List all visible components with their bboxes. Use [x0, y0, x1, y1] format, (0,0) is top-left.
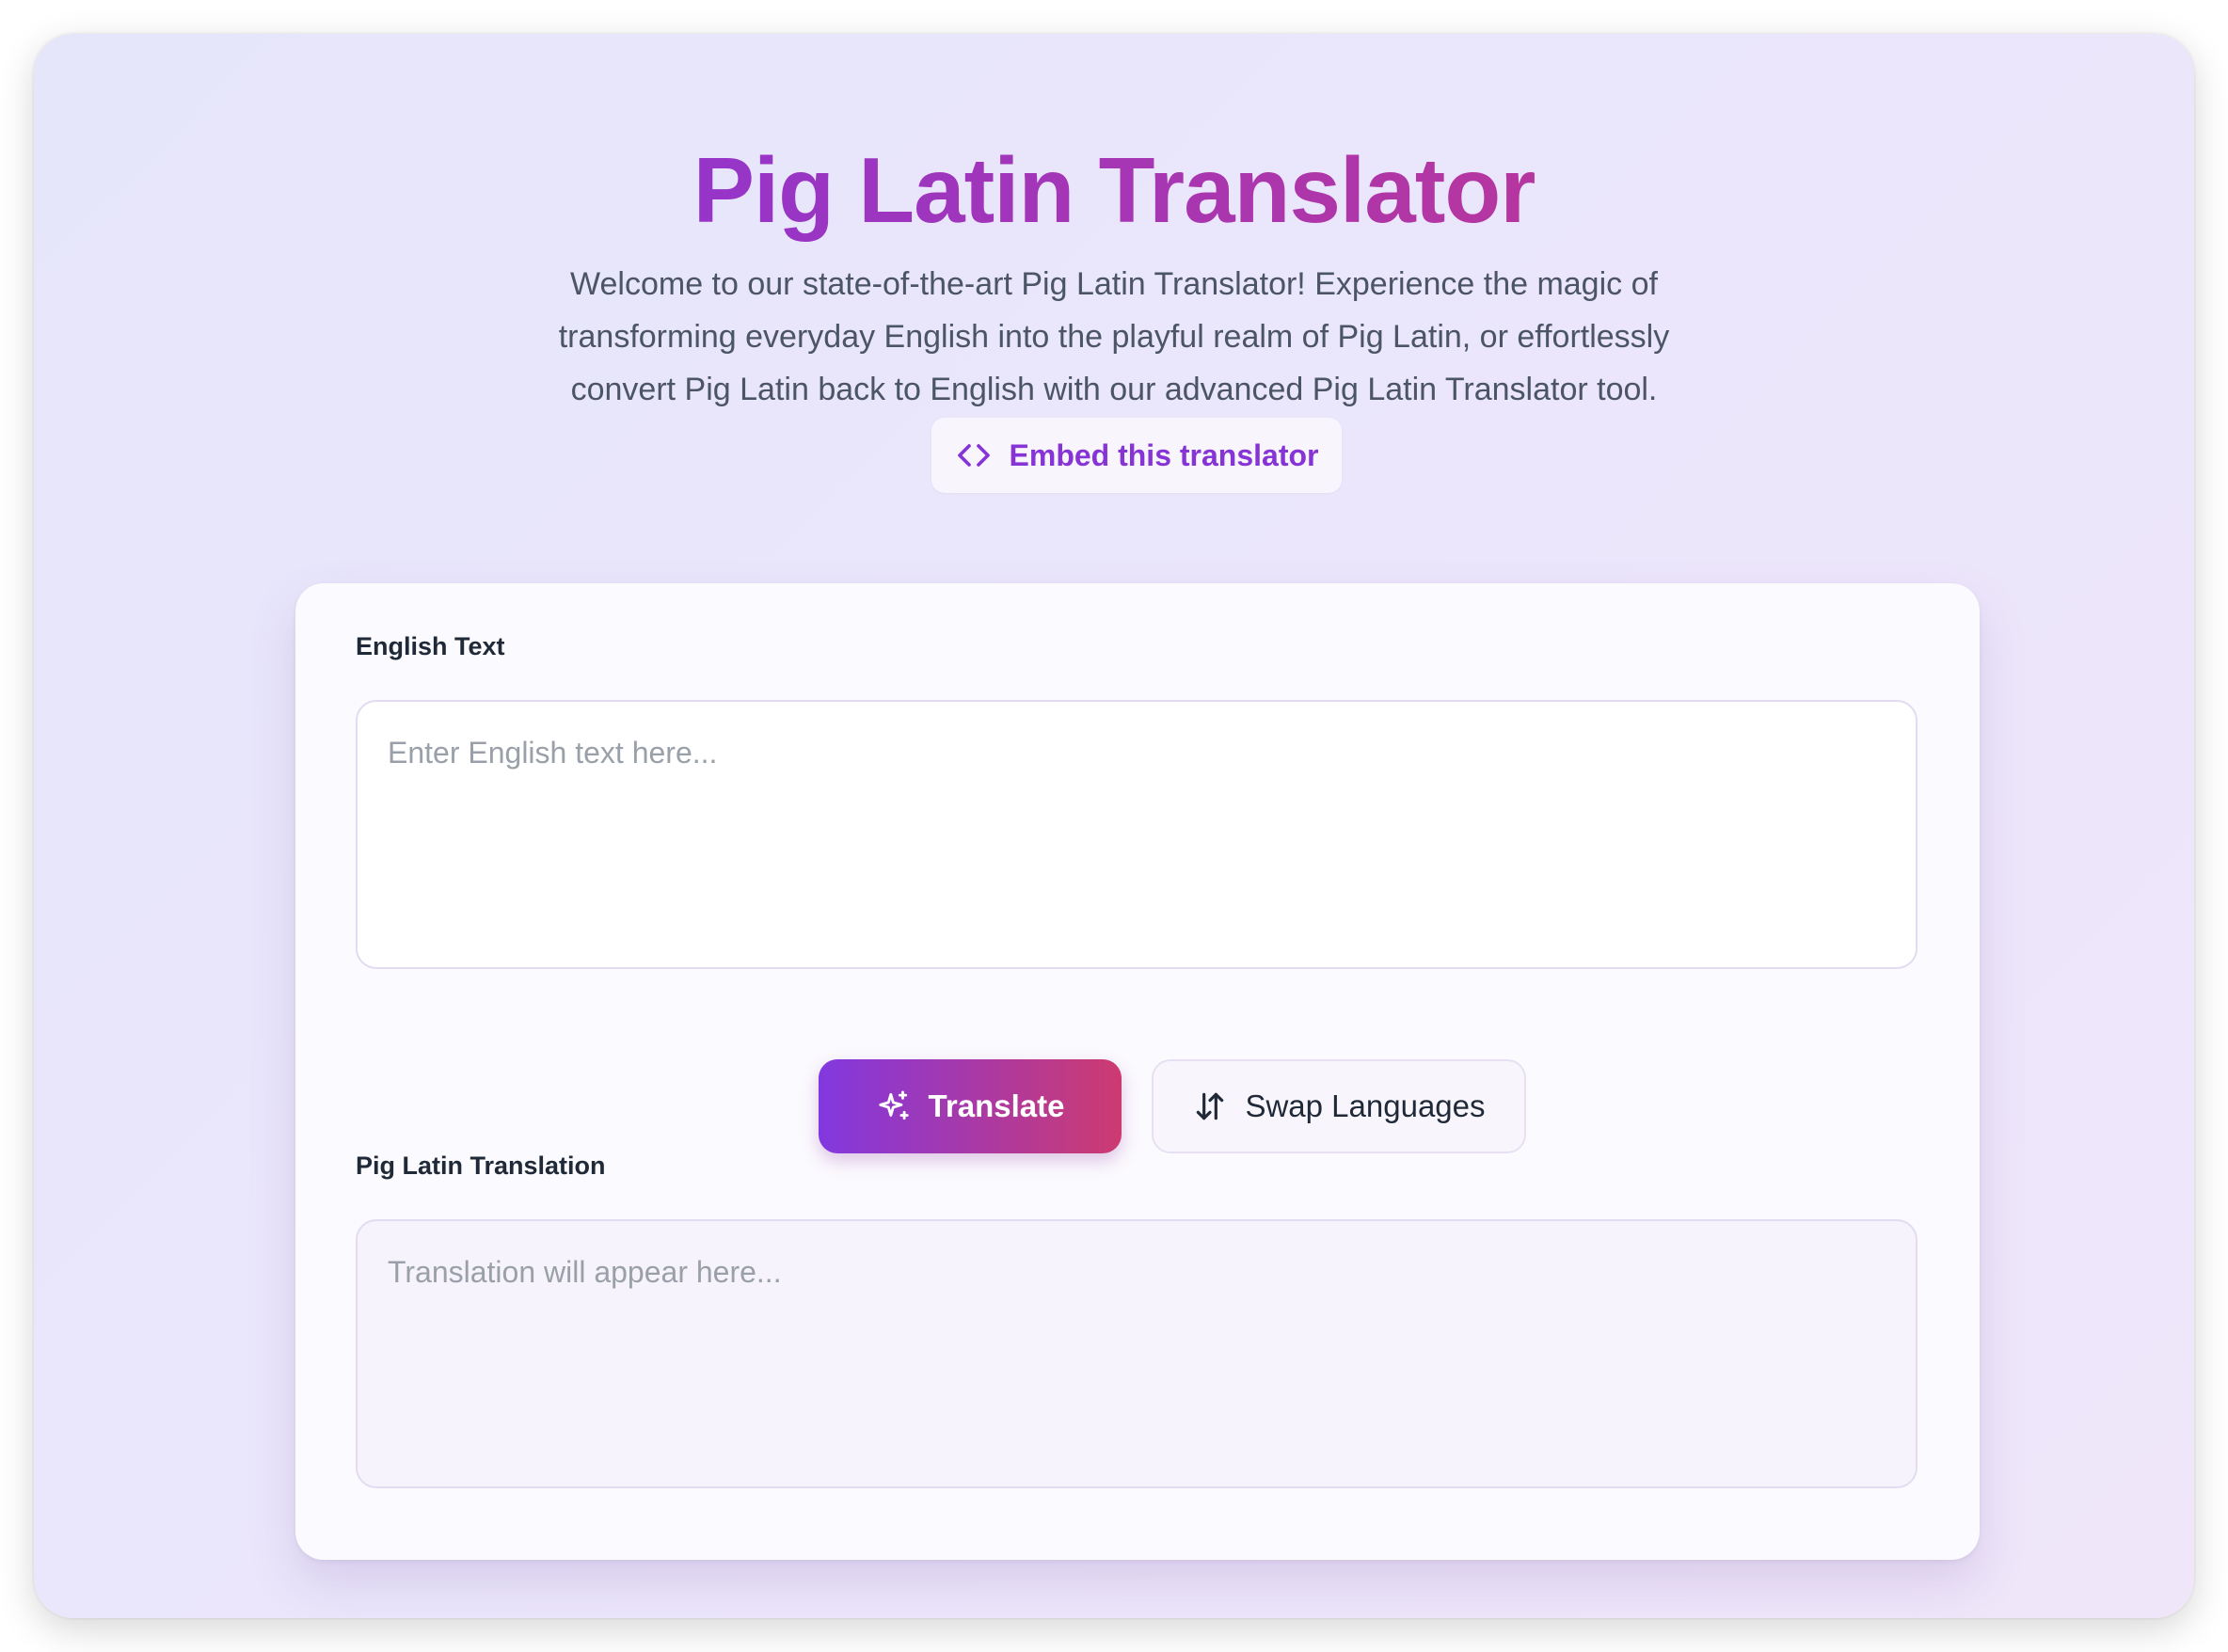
- pig-latin-output[interactable]: [356, 1219, 1918, 1488]
- translator-card: English Text Translate: [295, 583, 1980, 1560]
- translate-button-label: Translate: [928, 1088, 1065, 1123]
- embed-translator-button[interactable]: Embed this translator: [931, 418, 1342, 493]
- page-title: Pig Latin Translator: [693, 132, 1536, 248]
- swap-languages-button[interactable]: Swap Languages: [1152, 1059, 1526, 1153]
- code-icon: [955, 437, 993, 474]
- embed-button-label: Embed this translator: [1009, 437, 1319, 472]
- swap-button-label: Swap Languages: [1245, 1088, 1486, 1123]
- page-description: Welcome to our state-of-the-art Pig Lati…: [558, 266, 1670, 407]
- translate-button[interactable]: Translate: [819, 1059, 1122, 1153]
- page-header: Pig Latin Translator: [34, 132, 2194, 248]
- input-label: English Text: [356, 632, 505, 660]
- output-label: Pig Latin Translation: [356, 1152, 606, 1180]
- english-text-input[interactable]: [356, 700, 1918, 969]
- app-window: Pig Latin Translator Welcome to our stat…: [34, 34, 2194, 1618]
- action-buttons: Translate Swap Languages: [295, 1059, 1980, 1153]
- sparkles-icon: [876, 1088, 912, 1124]
- arrow-up-down-icon: [1192, 1088, 1228, 1124]
